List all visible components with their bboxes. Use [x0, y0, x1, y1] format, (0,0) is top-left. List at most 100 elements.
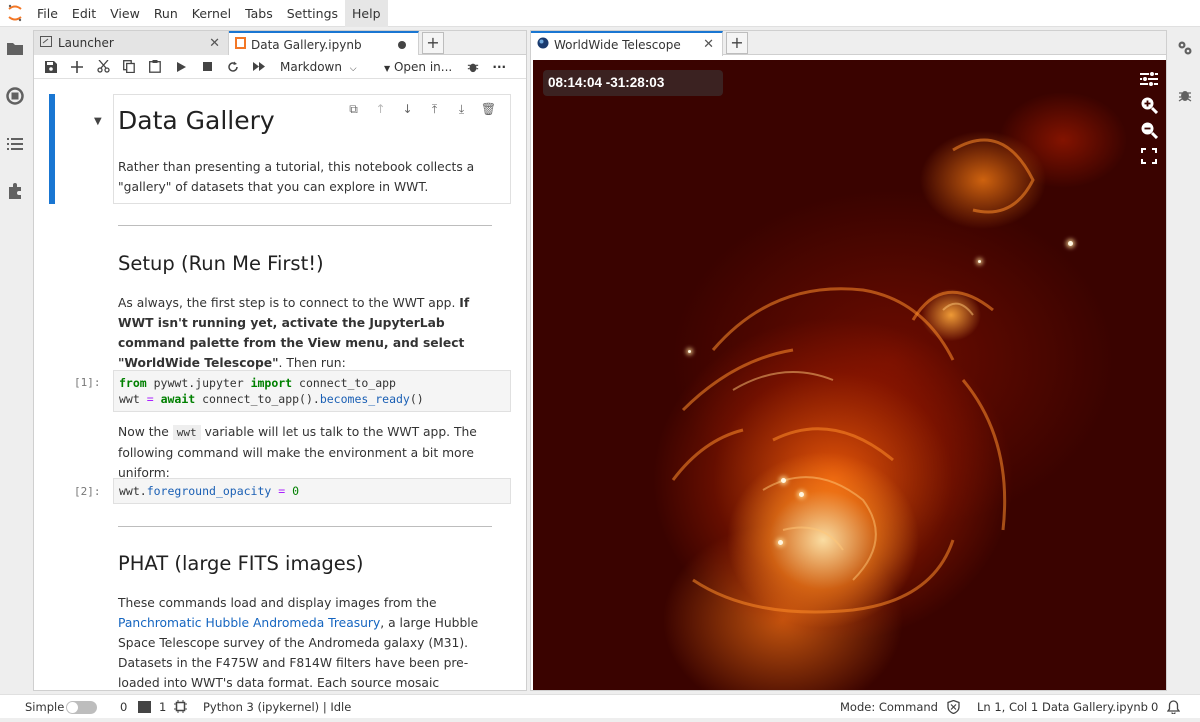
tab-label: Launcher: [58, 36, 114, 50]
new-tab-button[interactable]: +: [726, 32, 748, 54]
zoom-in-icon[interactable]: [1138, 94, 1160, 116]
open-in-button[interactable]: ▼ Open in...: [384, 60, 452, 74]
code-attr: foreground_opacity: [146, 484, 272, 498]
setup-paragraph-block: As always, the first step is to connect …: [118, 293, 492, 373]
tab-label: Data Gallery.ipynb: [251, 37, 362, 52]
table-of-contents-icon[interactable]: [5, 134, 25, 154]
unsaved-dot-icon[interactable]: [398, 41, 406, 49]
code-line: from pywwt.jupyter import connect_to_app: [119, 375, 505, 391]
code-cell-2[interactable]: wwt.foreground_opacity = 0: [113, 478, 511, 504]
code-call: connect_to_app().: [195, 392, 320, 406]
new-tab-button[interactable]: +: [422, 32, 444, 54]
bell-icon[interactable]: [1166, 695, 1181, 719]
fullscreen-icon[interactable]: [1138, 145, 1160, 167]
tab-worldwide-telescope[interactable]: WorldWide Telescope ✕: [531, 31, 723, 56]
chevron-down-icon: ⌵: [349, 63, 357, 74]
code-paren: (): [409, 392, 424, 406]
tab-data-gallery[interactable]: Data Gallery.ipynb: [229, 31, 419, 56]
star: [799, 492, 804, 497]
menu-view[interactable]: View: [103, 0, 147, 27]
close-icon[interactable]: ✕: [209, 36, 220, 51]
kernels-count[interactable]: 1: [159, 695, 166, 719]
cell-type-select[interactable]: Markdown ⌵: [280, 60, 360, 74]
code-var: wwt.: [119, 484, 147, 498]
menu-settings[interactable]: Settings: [280, 0, 345, 27]
star: [688, 350, 691, 353]
property-inspector-icon[interactable]: [1175, 38, 1195, 58]
phat-section: PHAT (large FITS images): [118, 552, 492, 575]
menu-tabs[interactable]: Tabs: [238, 0, 280, 27]
notification-count: 0: [1151, 700, 1159, 714]
sky-view[interactable]: 08:14:04 -31:28:03: [533, 60, 1166, 690]
tab-label: WorldWide Telescope: [554, 37, 681, 52]
restart-icon[interactable]: [220, 55, 246, 79]
collapse-caret-icon[interactable]: ▼: [94, 116, 102, 127]
right-sidebar: [1170, 27, 1200, 691]
close-icon[interactable]: ✕: [703, 37, 714, 52]
tab-launcher[interactable]: Launcher ✕: [34, 31, 229, 55]
phat-heading: PHAT (large FITS images): [118, 552, 364, 575]
cut-icon[interactable]: [90, 55, 116, 79]
settings-sliders-icon[interactable]: [1138, 68, 1160, 90]
debugger-icon[interactable]: [460, 55, 486, 79]
code-operator: =: [271, 484, 293, 498]
more-icon[interactable]: ···: [486, 55, 512, 79]
star: [778, 540, 783, 545]
caret-down-icon: ▼: [384, 63, 391, 73]
code-line: wwt = await connect_to_app().becomes_rea…: [119, 391, 505, 407]
simple-mode-label: Simple: [25, 700, 65, 714]
statusbar: Simple 0 1 Python 3 (ipykernel) | Idle M…: [0, 694, 1200, 718]
notebook-title-block: Data Gallery: [118, 106, 492, 135]
menu-run[interactable]: Run: [147, 0, 185, 27]
current-filename: Data Gallery.ipynb: [1042, 700, 1148, 714]
copy-icon[interactable]: [116, 55, 142, 79]
paste-icon[interactable]: [142, 55, 168, 79]
notebook-icon: [235, 37, 246, 52]
code-var: wwt: [119, 392, 147, 406]
setup-text-end: . Then run:: [278, 356, 346, 370]
add-cell-icon[interactable]: [64, 55, 90, 79]
fast-forward-icon[interactable]: [246, 55, 272, 79]
left-sidebar: [0, 27, 30, 691]
after-paragraph: Now the wwt variable will let us talk to…: [118, 422, 492, 483]
intro-block: Rather than presenting a tutorial, this …: [118, 157, 492, 197]
menu-kernel[interactable]: Kernel: [185, 0, 238, 27]
star: [781, 478, 786, 483]
coordinates-readout: 08:14:04 -31:28:03: [543, 70, 723, 96]
run-icon[interactable]: [168, 55, 194, 79]
kernel-status[interactable]: Python 3 (ipykernel) | Idle: [203, 695, 351, 719]
folder-icon[interactable]: [5, 38, 25, 58]
simple-mode-toggle[interactable]: [66, 701, 97, 714]
phat-paragraph: These commands load and display images f…: [118, 593, 492, 690]
stop-icon[interactable]: [194, 55, 220, 79]
menu-file[interactable]: File: [30, 0, 65, 27]
menubar: File Edit View Run Kernel Tabs Settings …: [0, 0, 1200, 27]
menu-edit[interactable]: Edit: [65, 0, 103, 27]
open-in-label: Open in...: [393, 59, 453, 74]
code-keyword: await: [160, 392, 196, 406]
terminal-icon: [138, 701, 151, 713]
debugger-icon[interactable]: [1175, 85, 1195, 105]
terminals-count[interactable]: 0: [120, 695, 127, 719]
save-icon[interactable]: [38, 55, 64, 79]
active-cell-indicator: [49, 94, 55, 204]
code-attr: becomes_ready: [319, 392, 410, 406]
launcher-tab-icon: [40, 36, 52, 50]
cursor-position[interactable]: Ln 1, Col 1: [977, 695, 1038, 719]
cell-type-value: Markdown: [280, 59, 342, 74]
phat-paragraph-block: These commands load and display images f…: [118, 593, 492, 690]
nebula-filaments: [671, 138, 1035, 614]
code-operator: =: [146, 392, 154, 406]
page-title: Data Gallery: [118, 106, 275, 135]
code-cell-1[interactable]: from pywwt.jupyter import connect_to_app…: [113, 370, 511, 412]
trusted-shield-icon[interactable]: [947, 695, 960, 719]
menu-help[interactable]: Help: [345, 0, 388, 27]
setup-heading: Setup (Run Me First!): [118, 252, 324, 275]
running-icon[interactable]: [5, 86, 25, 106]
phat-link[interactable]: Panchromatic Hubble Andromeda Treasury: [118, 616, 380, 630]
phat-text-start: These commands load and display images f…: [118, 596, 437, 610]
wwt-panel: WorldWide Telescope ✕ + 08:14:04 -31:28:…: [530, 30, 1167, 691]
extension-icon[interactable]: [5, 181, 25, 201]
zoom-out-icon[interactable]: [1138, 119, 1160, 141]
globe-icon: [537, 37, 549, 52]
